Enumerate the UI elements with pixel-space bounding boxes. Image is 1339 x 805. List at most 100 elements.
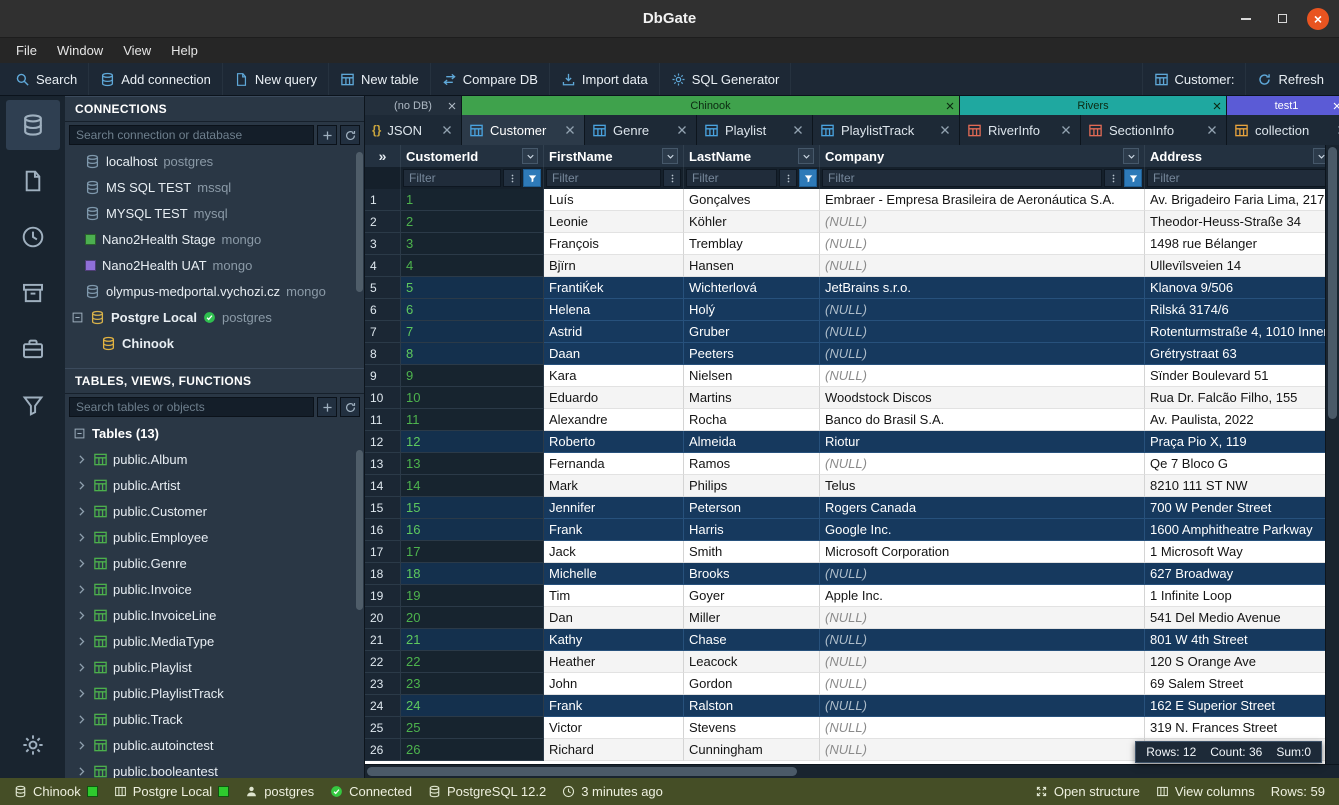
filter-input-address[interactable]: Filter	[1147, 169, 1332, 187]
toolbar-add-connection-button[interactable]: Add connection	[89, 63, 223, 95]
cell-firstname[interactable]: Fernanda	[544, 453, 684, 475]
cell-address[interactable]: 1600 Amphitheatre Parkway	[1145, 519, 1335, 541]
cell-address[interactable]: Rilská 3174/6	[1145, 299, 1335, 321]
row-number[interactable]: 20	[365, 607, 401, 629]
cell-company[interactable]: Telus	[820, 475, 1145, 497]
cell-lastname[interactable]: Goyer	[684, 585, 820, 607]
status-view-columns[interactable]: View columns	[1148, 784, 1263, 799]
cell-firstname[interactable]: Michelle	[544, 563, 684, 585]
cell-firstname[interactable]: Kara	[544, 365, 684, 387]
cell-lastname[interactable]: Cunningham	[684, 739, 820, 761]
table-row[interactable]: 20 20DanMiller(NULL)541 Del Medio Avenue	[365, 607, 1339, 629]
cell-customerid[interactable]: 10	[401, 387, 544, 409]
filter-input-lastname[interactable]: Filter	[686, 169, 777, 187]
cell-address[interactable]: Ullevїlsveien 14	[1145, 255, 1335, 277]
filter-funnel-button[interactable]	[523, 169, 541, 187]
table-item-public-booleantest[interactable]: public.booleantest	[65, 758, 364, 778]
file-tab-playlisttrack[interactable]: PlaylistTrack	[813, 115, 960, 145]
table-row[interactable]: 9 9KaraNielsen(NULL)Sїnder Boulevard 51	[365, 365, 1339, 387]
status-postgresql-12-2[interactable]: PostgreSQL 12.2	[420, 784, 554, 799]
table-row[interactable]: 5 5FrantiЌekWichterlováJetBrains s.r.o.K…	[365, 277, 1339, 299]
row-number[interactable]: 19	[365, 585, 401, 607]
scrollbar-thumb[interactable]	[356, 152, 363, 292]
toolbar-search-button[interactable]: Search	[4, 63, 89, 95]
row-number[interactable]: 18	[365, 563, 401, 585]
row-number[interactable]: 14	[365, 475, 401, 497]
cell-lastname[interactable]: Holý	[684, 299, 820, 321]
cell-customerid[interactable]: 23	[401, 673, 544, 695]
filter-input-customerid[interactable]: Filter	[403, 169, 501, 187]
cell-firstname[interactable]: Luís	[544, 189, 684, 211]
table-item-public-employee[interactable]: public.Employee	[65, 524, 364, 550]
cell-address[interactable]: Av. Brigadeiro Faria Lima, 2170	[1145, 189, 1335, 211]
cell-company[interactable]: (NULL)	[820, 233, 1145, 255]
menu-file[interactable]: File	[6, 41, 47, 60]
cell-company[interactable]: Embraer - Empresa Brasileira de Aeronáut…	[820, 189, 1145, 211]
cell-lastname[interactable]: Stevens	[684, 717, 820, 739]
cell-customerid[interactable]: 26	[401, 739, 544, 761]
cell-firstname[interactable]: François	[544, 233, 684, 255]
cell-address[interactable]: Qe 7 Bloco G	[1145, 453, 1335, 475]
chevron-down-icon[interactable]	[662, 148, 678, 164]
status-postgre-local[interactable]: Postgre Local	[106, 784, 238, 799]
close-button[interactable]: ×	[1307, 8, 1329, 30]
cell-customerid[interactable]: 1	[401, 189, 544, 211]
connection-mysql-test[interactable]: MYSQL TEST mysql	[65, 200, 364, 226]
cell-firstname[interactable]: Helena	[544, 299, 684, 321]
refresh-connections-button[interactable]	[340, 125, 360, 145]
toolbar-import-data-button[interactable]: Import data	[550, 63, 660, 95]
cell-firstname[interactable]: Alexandre	[544, 409, 684, 431]
db-group-tab-no-db[interactable]: (no DB)	[365, 96, 462, 115]
cell-address[interactable]: Rua Dr. Falcão Filho, 155	[1145, 387, 1335, 409]
cell-firstname[interactable]: Tim	[544, 585, 684, 607]
cell-company[interactable]: Rogers Canada	[820, 497, 1145, 519]
activity-archive-button[interactable]	[6, 268, 60, 318]
filter-menu-button[interactable]	[663, 169, 681, 187]
cell-company[interactable]: (NULL)	[820, 695, 1145, 717]
filter-funnel-button[interactable]	[799, 169, 817, 187]
cell-lastname[interactable]: Rocha	[684, 409, 820, 431]
cell-company[interactable]: (NULL)	[820, 717, 1145, 739]
connection-nano2health-stage[interactable]: Nano2Health Stage mongo	[65, 226, 364, 252]
cell-address[interactable]: 627 Broadway	[1145, 563, 1335, 585]
cell-company[interactable]: Google Inc.	[820, 519, 1145, 541]
table-row[interactable]: 19 19TimGoyerApple Inc.1 Infinite Loop	[365, 585, 1339, 607]
toolbar-customer-button[interactable]: Customer:	[1142, 63, 1246, 95]
table-row[interactable]: 12 12RobertoAlmeidaRioturPraça Pio X, 11…	[365, 431, 1339, 453]
cell-customerid[interactable]: 13	[401, 453, 544, 475]
table-row[interactable]: 3 3FrançoisTremblay(NULL)1498 rue Bélang…	[365, 233, 1339, 255]
cell-customerid[interactable]: 4	[401, 255, 544, 277]
cell-lastname[interactable]: Harris	[684, 519, 820, 541]
status-postgres[interactable]: postgres	[237, 784, 322, 799]
table-row[interactable]: 24 24FrankRalston(NULL)162 E Superior St…	[365, 695, 1339, 717]
close-icon[interactable]	[440, 123, 454, 137]
cell-lastname[interactable]: Almeida	[684, 431, 820, 453]
file-tab-playlist[interactable]: Playlist	[697, 115, 813, 145]
minimize-button[interactable]	[1235, 8, 1257, 30]
cell-company[interactable]: (NULL)	[820, 607, 1145, 629]
file-tab-riverinfo[interactable]: RiverInfo	[960, 115, 1081, 145]
cell-lastname[interactable]: Ralston	[684, 695, 820, 717]
cell-lastname[interactable]: Wichterlová	[684, 277, 820, 299]
table-row[interactable]: 10 10EduardoMartinsWoodstock DiscosRua D…	[365, 387, 1339, 409]
maximize-button[interactable]	[1271, 8, 1293, 30]
table-row[interactable]: 1 1LuísGonçalvesEmbraer - Empresa Brasil…	[365, 189, 1339, 211]
table-item-public-autoinctest[interactable]: public.autoinctest	[65, 732, 364, 758]
cell-company[interactable]: (NULL)	[820, 453, 1145, 475]
table-row[interactable]: 8 8DaanPeeters(NULL)Grétrystraat 63	[365, 343, 1339, 365]
row-number[interactable]: 17	[365, 541, 401, 563]
cell-company[interactable]: Woodstock Discos	[820, 387, 1145, 409]
activity-plugins-button[interactable]	[6, 380, 60, 430]
cell-customerid[interactable]: 11	[401, 409, 544, 431]
connection-postgre-local[interactable]: Postgre Local postgres	[65, 304, 364, 330]
cell-customerid[interactable]: 5	[401, 277, 544, 299]
cell-customerid[interactable]: 7	[401, 321, 544, 343]
refresh-tables-button[interactable]	[340, 397, 360, 417]
cell-lastname[interactable]: Ramos	[684, 453, 820, 475]
cell-company[interactable]: (NULL)	[820, 255, 1145, 277]
cell-address[interactable]: 801 W 4th Street	[1145, 629, 1335, 651]
close-icon[interactable]	[446, 100, 458, 112]
db-group-tab-rivers[interactable]: Rivers	[960, 96, 1227, 115]
add-table-button[interactable]	[317, 397, 337, 417]
filter-menu-button[interactable]	[1104, 169, 1122, 187]
